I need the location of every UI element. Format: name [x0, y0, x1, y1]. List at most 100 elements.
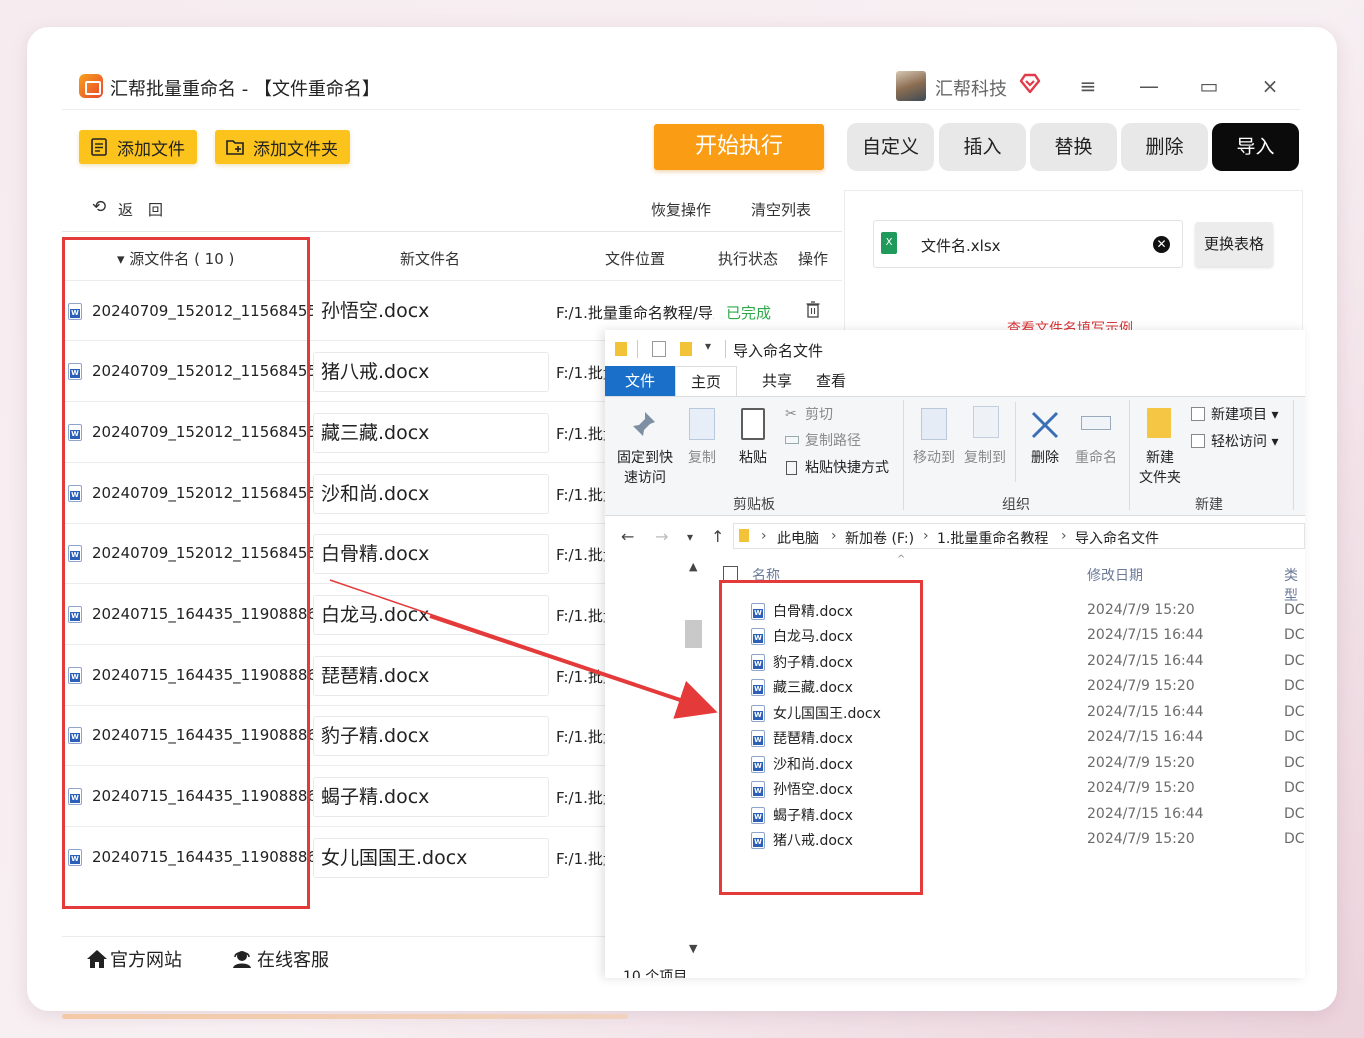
scroll-down-icon[interactable]: ▼ [689, 942, 697, 955]
app-title: 汇帮批量重命名 - 【文件重命名】 [110, 79, 380, 100]
paste-button[interactable]: 粘贴 [736, 448, 770, 468]
ribbon-tab-home[interactable]: 主页 [675, 366, 737, 397]
pin-quick-access-button[interactable]: 固定到快 速访问 [613, 448, 677, 488]
easy-access-button[interactable]: 轻松访问 ▾ [1211, 432, 1278, 452]
move-to-icon [921, 408, 947, 440]
back-arrow-icon[interactable]: ← [621, 527, 634, 546]
file-date: 2024/7/9 15:20 [1087, 831, 1195, 847]
breadcrumb-drive[interactable]: 新加卷 (F:) [845, 528, 914, 548]
file-type: DC [1284, 627, 1305, 643]
breadcrumb-import-folder[interactable]: 导入命名文件 [1075, 528, 1159, 548]
delete-button[interactable]: 删除 [1026, 448, 1064, 468]
ribbon-tab-file[interactable]: 文件 [605, 366, 675, 397]
title-separator [637, 340, 638, 358]
menu-icon[interactable]: ≡ [1076, 72, 1100, 100]
breadcrumb-this-pc[interactable]: 此电脑 [777, 528, 819, 548]
copy-button[interactable]: 复制 [685, 448, 719, 468]
trash-icon[interactable] [806, 301, 820, 318]
file-date: 2024/7/15 16:44 [1087, 806, 1204, 822]
forward-arrow-icon[interactable]: → [655, 527, 668, 546]
new-name-input[interactable]: 孙悟空.docx [313, 291, 549, 331]
new-name-input[interactable]: 藏三藏.docx [313, 413, 549, 453]
highlight-box-file-list [719, 580, 923, 895]
tab-replace[interactable]: 替换 [1030, 123, 1117, 171]
new-name-input[interactable]: 豹子精.docx [313, 716, 549, 756]
sample-link[interactable]: 查看文件名填写示例 [1007, 318, 1133, 330]
new-name-input[interactable]: 白龙马.docx [313, 595, 549, 635]
scroll-up-icon[interactable]: ▲ [689, 560, 697, 573]
new-folder-button[interactable]: 新建 文件夹 [1135, 448, 1185, 488]
tab-custom[interactable]: 自定义 [847, 123, 934, 171]
tab-delete[interactable]: 删除 [1121, 123, 1208, 171]
paste-icon [741, 408, 765, 440]
restore-button[interactable]: 恢复操作 [651, 199, 711, 220]
copy-to-button[interactable]: 复制到 [962, 448, 1008, 468]
move-to-button[interactable]: 移动到 [911, 448, 957, 468]
properties-icon[interactable] [652, 341, 666, 357]
online-support-link[interactable]: 在线客服 [231, 946, 329, 972]
file-list-icon [91, 138, 107, 156]
avatar[interactable] [896, 71, 926, 101]
copy-path-button[interactable]: 复制路径 [805, 431, 861, 451]
file-type: DC [1284, 602, 1305, 618]
add-folder-button[interactable]: 添加文件夹 [215, 130, 350, 164]
add-file-button[interactable]: 添加文件 [79, 130, 197, 164]
column-action: 操作 [798, 250, 829, 268]
file-date: 2024/7/15 16:44 [1087, 653, 1204, 669]
column-modified-date[interactable]: 修改日期 [1087, 565, 1143, 585]
file-type: DC [1284, 831, 1305, 847]
swap-spreadsheet-button[interactable]: 更换表格 [1195, 222, 1273, 266]
import-file-chip [873, 220, 1183, 268]
delete-x-icon [1031, 411, 1059, 439]
new-name-input[interactable]: 猪八戒.docx [313, 352, 549, 392]
column-location: 文件位置 [605, 250, 666, 268]
new-name-input[interactable]: 女儿国国王.docx [313, 838, 549, 878]
clear-list-button[interactable]: 清空列表 [751, 199, 811, 220]
ribbon-tab-view[interactable]: 查看 [801, 366, 861, 397]
add-file-label: 添加文件 [117, 139, 185, 160]
breadcrumb-tutorial[interactable]: 1.批量重命名教程 [937, 528, 1048, 548]
new-name-input[interactable]: 蝎子精.docx [313, 777, 549, 817]
progress-line [62, 1014, 628, 1019]
new-folder-quick-icon[interactable] [680, 342, 692, 356]
tab-import[interactable]: 导入 [1212, 123, 1299, 171]
explorer-title: 导入命名文件 [733, 342, 824, 360]
column-type[interactable]: 类型 [1284, 565, 1305, 605]
start-button[interactable]: 开始执行 [654, 124, 824, 170]
recent-dropdown-icon[interactable]: ▾ [687, 530, 693, 544]
sort-caret-icon: ^ [897, 554, 906, 565]
select-all-checkbox[interactable] [723, 566, 738, 581]
file-location: F:/1.批量重命名教程/导入 [556, 304, 714, 322]
new-name-input[interactable]: 沙和尚.docx [313, 474, 549, 514]
minimize-button[interactable]: — [1137, 72, 1161, 100]
back-button[interactable]: 返 回 [118, 199, 163, 220]
nav-scrollbar-thumb[interactable] [685, 620, 702, 648]
clear-file-icon[interactable]: ✕ [1153, 236, 1170, 253]
add-folder-label: 添加文件夹 [253, 139, 338, 160]
up-arrow-icon[interactable]: ↑ [711, 527, 724, 546]
tab-insert[interactable]: 插入 [939, 123, 1026, 171]
support-agent-icon [233, 951, 251, 968]
new-item-icon [1191, 407, 1205, 421]
close-button[interactable]: × [1258, 72, 1282, 100]
cut-button[interactable]: 剪切 [805, 405, 833, 425]
status-badge: 已完成 [726, 304, 772, 322]
vip-diamond-icon[interactable] [1019, 72, 1041, 94]
file-type: DC [1284, 653, 1305, 669]
copy-icon [689, 408, 715, 440]
maximize-button[interactable]: ▭ [1197, 72, 1221, 100]
address-folder-icon [739, 529, 749, 542]
undo-icon[interactable]: ⟲ [92, 197, 106, 217]
breadcrumb-separator-icon: › [923, 528, 929, 544]
rename-button[interactable]: 重命名 [1073, 448, 1119, 468]
new-name-input[interactable]: 白骨精.docx [313, 534, 549, 574]
paste-shortcut-button[interactable]: 粘贴快捷方式 [805, 458, 889, 478]
official-site-link[interactable]: 官方网站 [86, 946, 182, 972]
breadcrumb-separator-icon: › [831, 528, 837, 544]
file-explorer-window: ▾ 导入命名文件 文件 主页 共享 查看 固定到快 速访问 复制 粘贴 ✂ 剪切… [605, 330, 1305, 978]
ribbon-tab-share[interactable]: 共享 [747, 366, 807, 397]
new-item-button[interactable]: 新建项目 ▾ [1211, 405, 1278, 425]
quick-access-dropdown-icon[interactable]: ▾ [705, 339, 711, 353]
file-type: DC [1284, 729, 1305, 745]
new-name-input[interactable]: 琵琶精.docx [313, 656, 549, 696]
